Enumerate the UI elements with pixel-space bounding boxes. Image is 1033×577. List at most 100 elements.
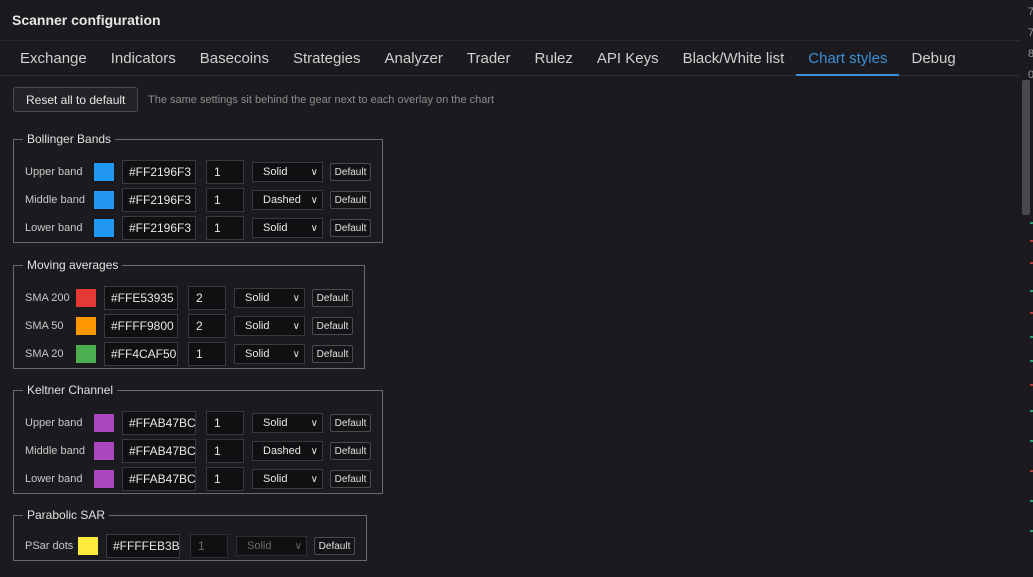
- default-button[interactable]: Default: [330, 470, 371, 488]
- color-swatch[interactable]: [94, 442, 114, 460]
- width-input[interactable]: 1: [206, 467, 244, 491]
- selected-style: Solid: [245, 292, 270, 304]
- edge-readout: 8: [1028, 48, 1033, 60]
- style-row: Lower band #FFAB47BC 1 Solid ∨ Default: [25, 467, 375, 491]
- default-button[interactable]: Default: [314, 537, 355, 555]
- default-button[interactable]: Default: [312, 345, 353, 363]
- tab-chart-styles[interactable]: Chart styles: [796, 41, 900, 76]
- width-input[interactable]: 1: [206, 439, 244, 463]
- row-label: SMA 50: [25, 320, 64, 332]
- line-style-select[interactable]: Solid ∨: [234, 316, 305, 336]
- hex-input[interactable]: #FF2196F3: [122, 160, 196, 184]
- style-row: SMA 200 #FFE53935 2 Solid ∨ Default: [25, 286, 357, 310]
- style-row: Middle band #FF2196F3 1 Dashed ∨ Default: [25, 188, 375, 212]
- selected-style: Solid: [245, 320, 270, 332]
- reset-all-button[interactable]: Reset all to default: [13, 87, 139, 112]
- line-style-select[interactable]: Solid ∨: [252, 469, 323, 489]
- tab-analyzer[interactable]: Analyzer: [373, 41, 455, 75]
- hex-input[interactable]: #FFAB47BC: [122, 439, 196, 463]
- style-row: Upper band #FFAB47BC 1 Solid ∨ Default: [25, 411, 375, 435]
- chevron-down-icon: ∨: [310, 473, 318, 485]
- default-button[interactable]: Default: [330, 442, 371, 460]
- width-input[interactable]: 1: [206, 216, 244, 240]
- width-input[interactable]: 1: [206, 160, 244, 184]
- line-style-select[interactable]: Solid ∨: [252, 162, 323, 182]
- color-swatch[interactable]: [94, 163, 114, 181]
- group-title: Bollinger Bands: [27, 132, 112, 146]
- color-swatch[interactable]: [94, 219, 114, 237]
- line-style-select[interactable]: Solid ∨: [252, 413, 323, 433]
- selected-style: Solid: [247, 540, 272, 552]
- row-label: PSar dots: [25, 540, 74, 552]
- hex-input[interactable]: #FF2196F3: [122, 216, 196, 240]
- row-label: Lower band: [25, 222, 83, 234]
- line-style-select[interactable]: Dashed ∨: [252, 441, 323, 461]
- default-button[interactable]: Default: [330, 191, 371, 209]
- width-input[interactable]: 2: [188, 314, 226, 338]
- width-input[interactable]: 1: [206, 411, 244, 435]
- group-moving-averages: Moving averages SMA 200 #FFE53935 2 Soli…: [13, 258, 365, 369]
- width-input[interactable]: 2: [188, 286, 226, 310]
- color-swatch[interactable]: [76, 317, 96, 335]
- hex-input[interactable]: #FFE53935: [104, 286, 178, 310]
- tab-black-white-list[interactable]: Black/White list: [671, 41, 797, 75]
- tab-bar: Exchange Indicators Basecoins Strategies…: [0, 40, 1020, 76]
- color-swatch[interactable]: [78, 537, 98, 555]
- row-label: SMA 20: [25, 348, 64, 360]
- tab-exchange[interactable]: Exchange: [8, 41, 99, 75]
- tab-api-keys[interactable]: API Keys: [585, 41, 671, 75]
- chevron-down-icon: ∨: [292, 292, 300, 304]
- hex-input[interactable]: #FFFF9800: [104, 314, 178, 338]
- style-row: PSar dots #FFFFEB3B 1 Solid ∨ Default: [25, 534, 359, 558]
- edge-readout: 0: [1028, 69, 1033, 81]
- width-input[interactable]: 1: [206, 188, 244, 212]
- scrollbar-thumb[interactable]: [1022, 80, 1030, 215]
- edge-readout: 7: [1028, 6, 1033, 18]
- width-input: 1: [190, 534, 228, 558]
- row-label: Lower band: [25, 473, 83, 485]
- color-swatch[interactable]: [76, 345, 96, 363]
- tab-trader[interactable]: Trader: [455, 41, 523, 75]
- style-row: Upper band #FF2196F3 1 Solid ∨ Default: [25, 160, 375, 184]
- color-swatch[interactable]: [94, 470, 114, 488]
- chevron-down-icon: ∨: [310, 194, 318, 206]
- row-label: Middle band: [25, 194, 85, 206]
- default-button[interactable]: Default: [312, 289, 353, 307]
- width-input[interactable]: 1: [188, 342, 226, 366]
- edge-readout: 7: [1028, 27, 1033, 39]
- line-style-select[interactable]: Solid ∨: [234, 344, 305, 364]
- hex-input[interactable]: #FFFFEB3B: [106, 534, 180, 558]
- chart-styles-panel: Reset all to default The same settings s…: [0, 77, 1020, 577]
- hex-input[interactable]: #FF4CAF50: [104, 342, 178, 366]
- hex-input[interactable]: #FFAB47BC: [122, 411, 196, 435]
- row-label: SMA 200: [25, 292, 70, 304]
- group-title: Moving averages: [27, 258, 119, 272]
- chevron-down-icon: ∨: [310, 417, 318, 429]
- tab-strategies[interactable]: Strategies: [281, 41, 373, 75]
- style-row: Lower band #FF2196F3 1 Solid ∨ Default: [25, 216, 375, 240]
- chevron-down-icon: ∨: [310, 445, 318, 457]
- row-label: Upper band: [25, 166, 83, 178]
- style-row: Middle band #FFAB47BC 1 Dashed ∨ Default: [25, 439, 375, 463]
- color-swatch[interactable]: [76, 289, 96, 307]
- tab-debug[interactable]: Debug: [899, 41, 967, 75]
- tab-basecoins[interactable]: Basecoins: [188, 41, 281, 75]
- color-swatch[interactable]: [94, 414, 114, 432]
- tab-indicators[interactable]: Indicators: [99, 41, 188, 75]
- window-title: Scanner configuration: [12, 12, 161, 28]
- hex-input[interactable]: #FF2196F3: [122, 188, 196, 212]
- group-parabolic-sar: Parabolic SAR PSar dots #FFFFEB3B 1 Soli…: [13, 508, 367, 561]
- tab-rulez[interactable]: Rulez: [523, 41, 585, 75]
- default-button[interactable]: Default: [330, 163, 371, 181]
- default-button[interactable]: Default: [330, 414, 371, 432]
- line-style-select[interactable]: Solid ∨: [234, 288, 305, 308]
- line-style-select[interactable]: Solid ∨: [252, 218, 323, 238]
- group-bollinger-bands: Bollinger Bands Upper band #FF2196F3 1 S…: [13, 132, 383, 243]
- style-row: SMA 50 #FFFF9800 2 Solid ∨ Default: [25, 314, 357, 338]
- selected-style: Solid: [263, 166, 288, 178]
- hex-input[interactable]: #FFAB47BC: [122, 467, 196, 491]
- color-swatch[interactable]: [94, 191, 114, 209]
- default-button[interactable]: Default: [312, 317, 353, 335]
- default-button[interactable]: Default: [330, 219, 371, 237]
- line-style-select[interactable]: Dashed ∨: [252, 190, 323, 210]
